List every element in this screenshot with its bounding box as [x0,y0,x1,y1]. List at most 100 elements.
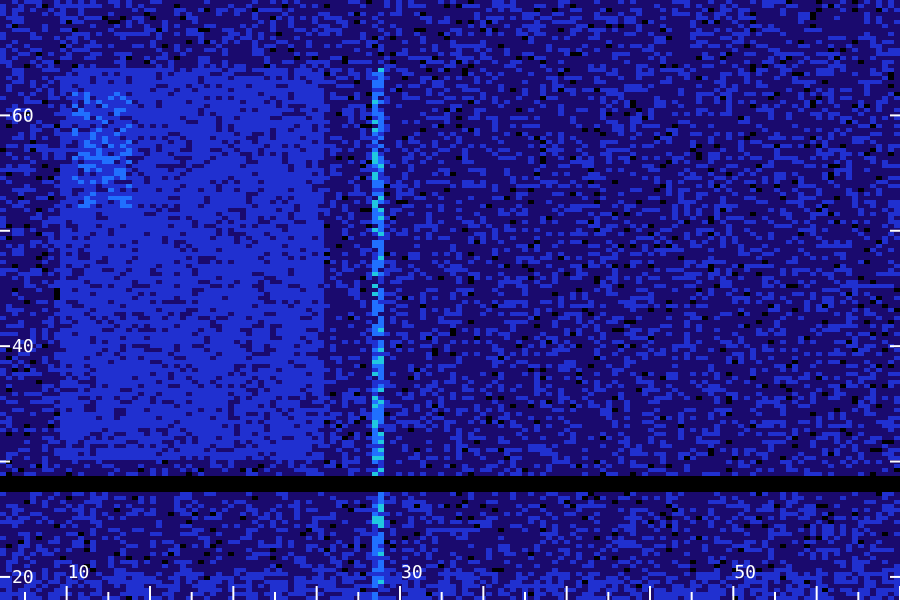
heatmap-cell [150,84,156,88]
heatmap-cell [294,56,300,60]
heatmap-cell [810,124,816,128]
heatmap-cell [798,8,804,12]
heatmap-cell [456,88,462,92]
heatmap-cell [750,20,756,24]
heatmap-cell [444,68,450,72]
heatmap-cell [60,96,66,100]
heatmap-cell [600,52,606,56]
heatmap-cell [18,4,24,8]
heatmap-cell [144,64,150,68]
heatmap-cell [150,68,156,72]
heatmap-cell [480,80,486,84]
heatmap-cell [450,4,456,8]
heatmap-cell [108,132,114,136]
heatmap-cell [576,24,582,28]
heatmap-cell [450,104,456,108]
heatmap-cell [894,36,900,40]
heatmap-cell [66,8,72,12]
heatmap-cell [504,108,510,112]
heatmap-cell [180,116,186,120]
heatmap-cell [678,72,684,76]
heatmap-cell [78,52,84,56]
heatmap-cell [24,84,30,88]
heatmap-cell [234,64,240,68]
heatmap-cell [684,32,690,36]
heatmap-cell [654,64,660,68]
heatmap-cell [762,44,768,48]
heatmap-cell [114,20,120,24]
heatmap-cell [246,12,252,16]
heatmap-cell [150,8,156,12]
heatmap-cell [624,36,630,40]
heatmap-cell [750,52,756,56]
heatmap-cell [114,16,120,20]
heatmap-cell [330,24,336,28]
heatmap-cell [636,28,642,32]
heatmap-cell [234,60,240,64]
heatmap-cell [228,44,234,48]
heatmap-cell [282,8,288,12]
heatmap-cell [288,8,294,12]
heatmap-cell [390,36,396,40]
heatmap-cell [78,0,84,4]
heatmap-cell [792,0,798,4]
heatmap-cell [618,64,624,68]
heatmap-cell [558,44,564,48]
heatmap-cell [510,20,516,24]
heatmap-cell [516,24,522,28]
heatmap-cell [126,108,132,112]
heatmap-cell [786,24,792,28]
heatmap-cell [186,112,192,116]
heatmap-cell [822,120,828,124]
heatmap-cell [246,56,252,60]
heatmap-cell [132,64,138,68]
heatmap-cell [42,8,48,12]
heatmap-cell [726,104,732,108]
heatmap-cell [600,12,606,16]
heatmap-cell [870,32,876,36]
heatmap-cell [378,44,384,48]
heatmap-cell [606,104,612,108]
heatmap-cell [846,96,852,100]
heatmap-cell [390,124,396,128]
heatmap-cell [144,124,150,128]
heatmap-cell [288,12,294,16]
heatmap-cell [318,100,324,104]
heatmap-cell [894,120,900,124]
heatmap-cell [198,100,204,104]
heatmap-cell [336,16,342,20]
heatmap-cell [768,48,774,52]
heatmap-cell [162,52,168,56]
heatmap-cell [786,44,792,48]
heatmap-cell [270,68,276,72]
heatmap-cell [708,16,714,20]
heatmap-cell [414,72,420,76]
heatmap-cell [600,8,606,12]
heatmap-cell [0,92,6,96]
heatmap-cell [882,104,888,108]
heatmap-cell [168,40,174,44]
heatmap-cell [858,52,864,56]
heatmap-cell [450,28,456,32]
heatmap-cell [612,84,618,88]
heatmap-cell [672,88,678,92]
heatmap-cell [654,40,660,44]
heatmap-cell [84,116,90,120]
heatmap-cell [636,108,642,112]
heatmap-cell [426,100,432,104]
heatmap-cell [546,60,552,64]
heatmap-cell [300,104,306,108]
heatmap-cell [462,68,468,72]
heatmap-cell [42,36,48,40]
heatmap-cell [330,124,336,128]
heatmap-cell [192,80,198,84]
heatmap-cell [696,28,702,32]
heatmap-cell [786,104,792,108]
heatmap-cell [726,112,732,116]
heatmap-cell [84,48,90,52]
heatmap-cell [312,124,318,128]
heatmap-cell [714,92,720,96]
heatmap-cell [840,32,846,36]
heatmap-cell [612,8,618,12]
heatmap-cell [396,68,402,72]
